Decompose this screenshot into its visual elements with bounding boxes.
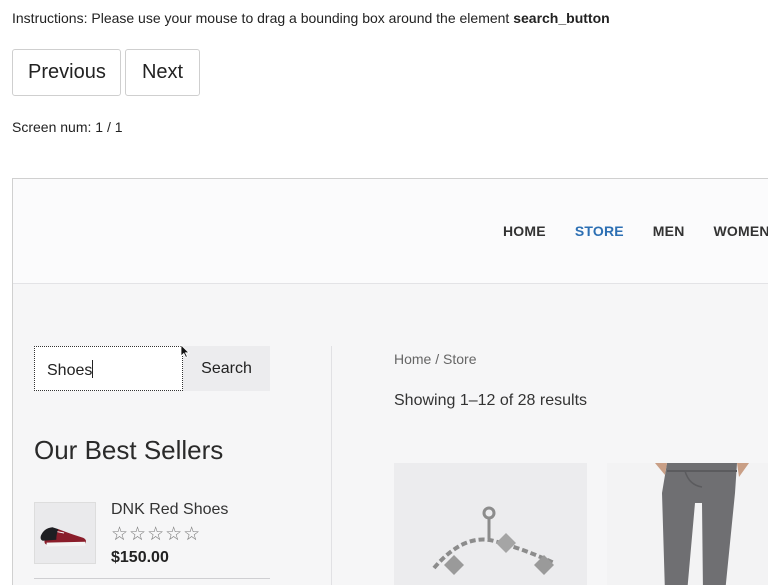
product-name[interactable]: DNK Red Shoes	[111, 501, 228, 519]
sidebar-rule	[34, 578, 270, 579]
screen-navigation: Previous Next	[12, 49, 200, 96]
website-screenshot: HOME STORE MEN WOMEN Shoes Search Our Be…	[12, 178, 768, 585]
product-card-bracelet[interactable]	[394, 463, 587, 585]
main-menu: HOME STORE MEN WOMEN	[503, 223, 768, 239]
instructions-target: search_button	[513, 10, 610, 26]
sidebar-divider	[331, 346, 332, 585]
menu-item-home[interactable]: HOME	[503, 223, 546, 239]
instructions: Instructions: Please use your mouse to d…	[12, 10, 610, 26]
mouse-cursor-icon	[180, 344, 190, 358]
next-button[interactable]: Next	[125, 49, 200, 96]
search-input[interactable]: Shoes	[34, 346, 183, 391]
results-count: Showing 1–12 of 28 results	[394, 392, 588, 409]
rating-stars: ☆☆☆☆☆	[111, 524, 202, 545]
search-input-value: Shoes	[47, 362, 93, 379]
bracelet-image-icon	[432, 506, 555, 575]
search-button[interactable]: Search	[183, 346, 270, 391]
previous-button[interactable]: Previous	[12, 49, 121, 96]
shoe-image-icon	[40, 527, 86, 547]
jeans-image-icon	[655, 463, 749, 585]
product-price: $150.00	[111, 549, 169, 566]
breadcrumb: Home / Store	[394, 351, 477, 367]
menu-item-men[interactable]: MEN	[653, 223, 685, 239]
product-card-jeans[interactable]	[607, 463, 768, 585]
text-caret	[92, 360, 94, 378]
site-header: HOME STORE MEN WOMEN	[13, 179, 768, 284]
screen-number: Screen num: 1 / 1	[12, 119, 123, 135]
best-sellers-title: Our Best Sellers	[34, 435, 224, 465]
instructions-text: Instructions: Please use your mouse to d…	[12, 10, 514, 26]
menu-item-women[interactable]: WOMEN	[714, 223, 768, 239]
menu-item-store[interactable]: STORE	[575, 223, 624, 239]
product-thumbnail[interactable]	[34, 502, 96, 564]
